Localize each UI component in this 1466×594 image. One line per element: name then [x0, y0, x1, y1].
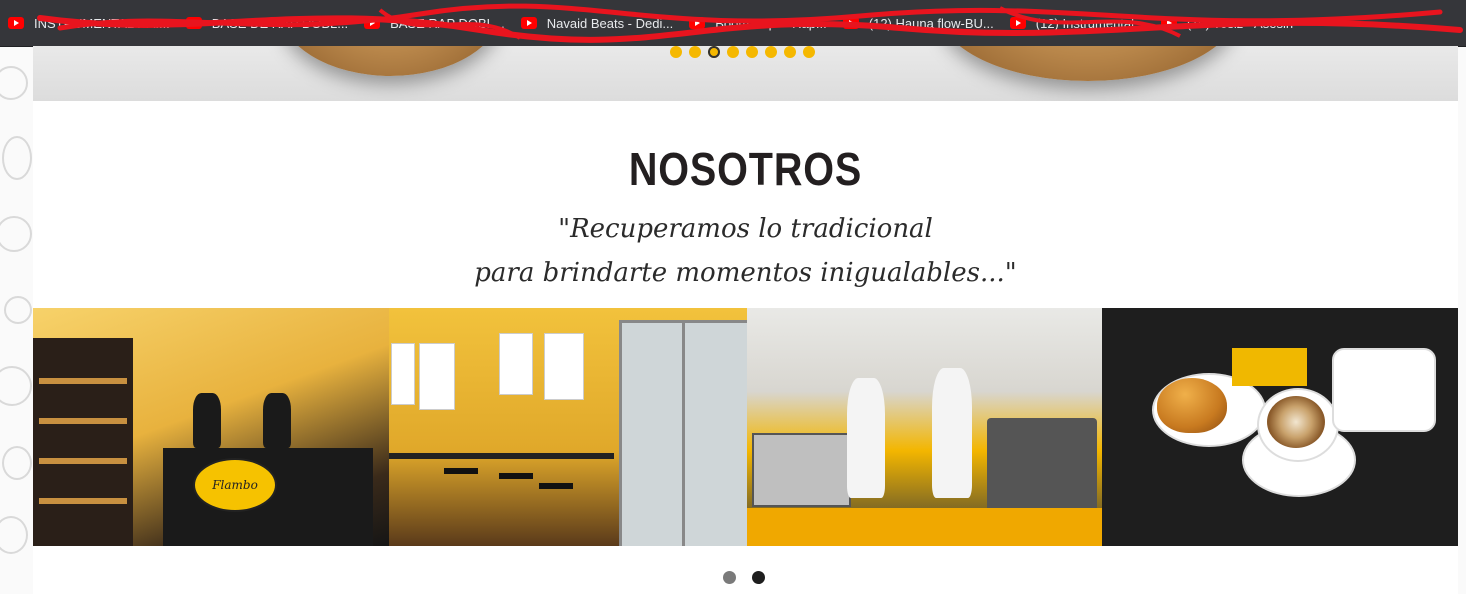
- bookmark-item[interactable]: (12) Instrumental...: [1002, 8, 1153, 38]
- bookmark-item[interactable]: (10) vosiz - Asesin: [1153, 8, 1301, 38]
- bookmark-item[interactable]: (12) Hauna flow-BU...: [835, 8, 1002, 38]
- page-content: NOSOTROS "Recuperamos lo tradicional par…: [33, 46, 1458, 594]
- coffee-croissant-photo[interactable]: [1102, 308, 1458, 546]
- youtube-icon: [8, 17, 24, 29]
- bread-image: [938, 46, 1238, 81]
- hero-slider-dot[interactable]: [689, 46, 701, 58]
- hero-slider-dot[interactable]: [765, 46, 777, 58]
- kitchen-photo[interactable]: [747, 308, 1102, 546]
- youtube-icon: [364, 17, 381, 29]
- gallery-page-dot[interactable]: [723, 571, 736, 584]
- bookmark-label: (12) Instrumental...: [1035, 15, 1145, 31]
- bookmark-label: (12) Hauna flow-BU...: [868, 15, 994, 31]
- section-quote-line2: para brindarte momentos inigualables...": [474, 258, 1017, 288]
- bookmark-label: BASE RAP DOBL...: [390, 15, 505, 31]
- background-doodle-right: [1458, 46, 1466, 594]
- bookmark-label: BASE DE RAP DOBL...: [211, 15, 349, 31]
- bookmarks-bar: INSTRUMENTAL RAI... BASE DE RAP DOBL... BA…: [0, 0, 1466, 47]
- bookmark-item[interactable]: Navaid Beats - Dedi...: [513, 8, 681, 38]
- bookmark-item[interactable]: BASE DE RAP DOBL...: [178, 8, 356, 38]
- bookmark-item[interactable]: Boom Bap" - Rap...: [681, 8, 835, 38]
- bakery-counter-photo[interactable]: Flambo: [33, 308, 389, 546]
- youtube-icon: [520, 17, 537, 29]
- youtube-icon: [689, 17, 706, 29]
- bookmark-item[interactable]: BASE RAP DOBL...: [356, 8, 513, 38]
- youtube-icon: [842, 17, 859, 29]
- photo-gallery: Flambo: [33, 308, 1458, 546]
- bookmark-label: Navaid Beats - Dedi...: [546, 15, 674, 31]
- youtube-icon: [185, 17, 202, 29]
- flambo-logo: Flambo: [193, 458, 277, 512]
- hero-slider-dot[interactable]: [746, 46, 758, 58]
- dining-area-photo[interactable]: [389, 308, 747, 546]
- hero-slider-dot[interactable]: [708, 46, 720, 58]
- hero-slider-dots: [670, 46, 815, 58]
- youtube-icon: [1160, 17, 1177, 29]
- bookmark-label: Boom Bap" - Rap...: [715, 15, 827, 31]
- hero-slider: [33, 46, 1458, 101]
- hero-slider-dot[interactable]: [803, 46, 815, 58]
- section-title: NOSOTROS: [628, 143, 863, 195]
- bookmark-label: (10) vosiz - Asesin: [1186, 15, 1294, 31]
- gallery-pagination: [723, 571, 765, 584]
- bookmark-label: INSTRUMENTAL RAI...: [34, 15, 170, 31]
- background-doodle-left: [0, 46, 33, 594]
- section-quote-line1: "Recuperamos lo tradicional: [558, 214, 933, 244]
- bookmark-item[interactable]: INSTRUMENTAL RAI...: [0, 8, 178, 38]
- hero-slider-dot[interactable]: [727, 46, 739, 58]
- bread-image: [278, 46, 503, 76]
- hero-slider-dot[interactable]: [784, 46, 796, 58]
- youtube-icon: [1009, 17, 1026, 29]
- gallery-page-dot[interactable]: [752, 571, 765, 584]
- hero-slider-dot[interactable]: [670, 46, 682, 58]
